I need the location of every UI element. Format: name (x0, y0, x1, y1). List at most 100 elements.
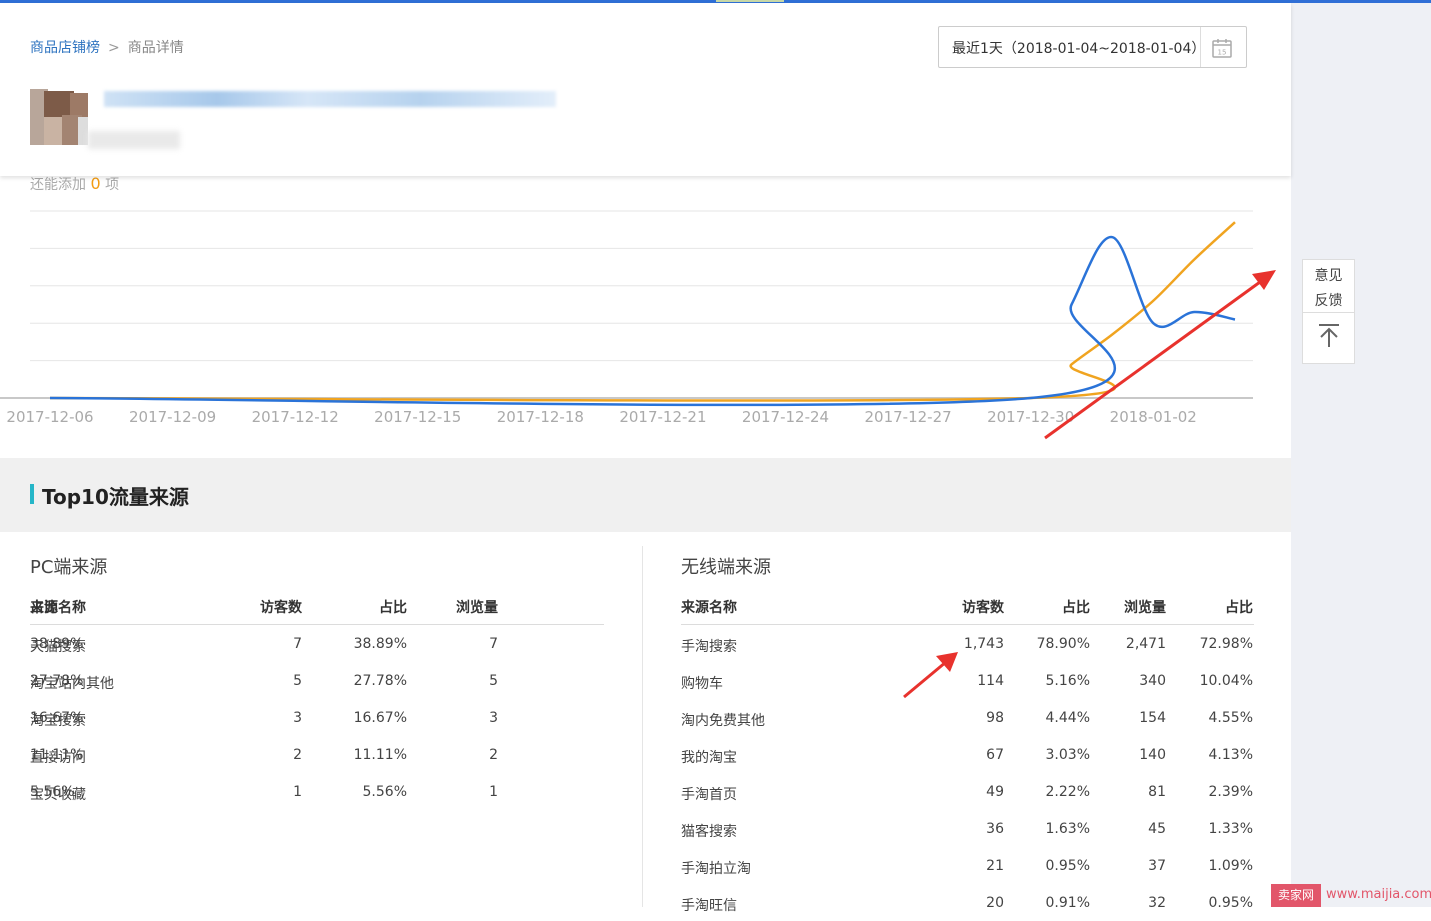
pc-table-cell: 5.56% (362, 784, 407, 800)
breadcrumb-separator: > (108, 40, 120, 56)
top-line-marker (716, 0, 784, 2)
pc-table-cell: 5 (489, 673, 498, 689)
feedback-divider (1303, 312, 1354, 313)
mobile-table-cell: 37 (1148, 858, 1166, 874)
mobile-header-cell[interactable]: 占比 (1225, 597, 1253, 617)
product-thumbnail[interactable] (26, 87, 90, 149)
mobile-table-header: 来源名称 访客数 占比 浏览量 占比 (681, 590, 1254, 625)
mobile-table-cell: 1,743 (963, 636, 1004, 652)
mobile-table-cell: 2,471 (1125, 636, 1166, 652)
calendar-icon[interactable]: 15 (1211, 37, 1233, 59)
breadcrumb-current: 商品详情 (127, 40, 184, 56)
mobile-table-cell: 0.95% (1208, 895, 1253, 911)
pc-table-cell: 16.67% (353, 710, 407, 726)
arrow-up-to-top-icon[interactable] (1317, 323, 1341, 349)
mobile-table-cell: 手淘搜索 (681, 639, 737, 655)
pc-table-cell: 38.89% (30, 636, 84, 652)
mobile-table-row[interactable]: 手淘拍立淘 21 0.95% 37 1.09% (681, 847, 1254, 884)
pc-table-cell: 11.11% (30, 747, 84, 763)
chart-series-line-2 (49, 221, 1236, 402)
section-title: Top10流量来源 (42, 485, 189, 509)
mobile-table-cell: 手淘拍立淘 (681, 861, 751, 877)
pc-table-cell: 2 (293, 747, 302, 763)
watermark-url: www.maijia.com (1326, 887, 1431, 902)
mobile-table-row[interactable]: 手淘搜索 1,743 78.90% 2,471 72.98% (681, 625, 1254, 662)
mobile-table-row[interactable]: 购物车 114 5.16% 340 10.04% (681, 662, 1254, 699)
mobile-table-row[interactable]: 手淘首页 49 2.22% 81 2.39% (681, 773, 1254, 810)
mobile-table-cell: 1.09% (1208, 858, 1253, 874)
feedback-line-2: 反馈 (1314, 293, 1343, 309)
pc-table-header: 来源名称 访客数 占比 浏览量 占比 (30, 590, 604, 625)
pc-table-cell: 27.78% (353, 673, 407, 689)
pc-table-row[interactable]: 淘宝站内其他 5 27.78% 5 27.78% (30, 662, 604, 699)
chart-hint-suffix: 项 (105, 177, 120, 193)
mobile-table-cell: 21 (986, 858, 1004, 874)
right-gutter (1291, 3, 1431, 907)
mobile-header-cell[interactable]: 浏览量 (1124, 597, 1166, 617)
chart-x-tick-label: 2017-12-12 (252, 408, 339, 426)
mobile-table-cell: 114 (977, 673, 1004, 689)
date-range-picker[interactable]: 最近1天（2018-01-04~2018-01-04） 15 (938, 26, 1247, 68)
mobile-table-cell: 1.33% (1208, 821, 1253, 837)
mobile-table-cell: 5.16% (1045, 673, 1090, 689)
mobile-header-cell[interactable]: 访客数 (962, 597, 1004, 617)
mobile-table-cell: 淘内免费其他 (681, 713, 765, 729)
panel-divider (642, 546, 643, 907)
mobile-table-cell: 36 (986, 821, 1004, 837)
pc-header-cell[interactable]: 占比 (379, 597, 407, 617)
mobile-header-cell[interactable]: 占比 (1062, 597, 1090, 617)
mobile-table-cell: 3.03% (1045, 747, 1090, 763)
chart-x-tick-label: 2017-12-06 (6, 408, 93, 426)
pc-table-cell: 27.78% (30, 673, 84, 689)
pc-sources-title: PC端来源 (30, 557, 108, 578)
pc-table-row[interactable]: 天猫搜索 7 38.89% 7 38.89% (30, 625, 604, 662)
mobile-table-cell: 猫客搜索 (681, 824, 737, 840)
mobile-table-cell: 10.04% (1199, 673, 1253, 689)
feedback-panel: 意见 反馈 (1302, 259, 1355, 364)
svg-text:15: 15 (1218, 49, 1227, 57)
mobile-table-cell: 购物车 (681, 676, 723, 692)
pc-table-cell: 3 (293, 710, 302, 726)
watermark-tag: 卖家网 (1271, 884, 1321, 907)
mobile-table-cell: 81 (1148, 784, 1166, 800)
chart-x-tick-label: 2017-12-09 (129, 408, 216, 426)
chart-x-tick-label: 2018-01-02 (1110, 408, 1197, 426)
mobile-table-cell: 20 (986, 895, 1004, 911)
pc-table-row[interactable]: 淘宝搜索 3 16.67% 3 16.67% (30, 699, 604, 736)
mobile-table-cell: 4.55% (1208, 710, 1253, 726)
pc-header-cell[interactable]: 占比 (30, 597, 58, 617)
feedback-line-1: 意见 (1314, 268, 1343, 284)
pc-table-cell: 7 (293, 636, 302, 652)
pc-sources-table: 来源名称 访客数 占比 浏览量 占比 天猫搜索 7 38.89% 7 38.89% 淘宝站内其他 5 2… (30, 590, 604, 810)
pc-table-cell: 1 (489, 784, 498, 800)
pc-table-row[interactable]: 直接访问 2 11.11% 2 11.11% (30, 736, 604, 773)
watermark: 卖家网 www.maijia.com (1271, 884, 1431, 907)
chart-x-tick-label: 2017-12-21 (619, 408, 706, 426)
section-header: Top10流量来源 (0, 458, 1291, 532)
mobile-table-cell: 手淘首页 (681, 787, 737, 803)
mobile-table-row[interactable]: 手淘旺信 20 0.91% 32 0.95% (681, 884, 1254, 921)
mobile-table-cell: 0.91% (1045, 895, 1090, 911)
date-picker-divider (1200, 27, 1201, 67)
pc-header-cell[interactable]: 访客数 (260, 597, 302, 617)
pc-table-row[interactable]: 宝贝收藏 1 5.56% 1 5.56% (30, 773, 604, 810)
mobile-table-cell: 49 (986, 784, 1004, 800)
date-range-label: 最近1天（2018-01-04~2018-01-04） (952, 41, 1206, 57)
mobile-table-row[interactable]: 猫客搜索 36 1.63% 45 1.33% (681, 810, 1254, 847)
feedback-button[interactable]: 意见 反馈 (1303, 264, 1354, 314)
mobile-table-row[interactable]: 淘内免费其他 98 4.44% 154 4.55% (681, 699, 1254, 736)
mobile-table-cell: 手淘旺信 (681, 898, 737, 914)
mobile-table-row[interactable]: 我的淘宝 67 3.03% 140 4.13% (681, 736, 1254, 773)
mobile-table-cell: 4.44% (1045, 710, 1090, 726)
mobile-table-cell: 我的淘宝 (681, 750, 737, 766)
breadcrumb-root-link[interactable]: 商品店铺榜 (30, 40, 100, 56)
mobile-table-cell: 340 (1139, 673, 1166, 689)
product-header: 商品店铺榜 > 商品详情 最近1天（2018-01-04~2018-01-04） 1… (0, 3, 1291, 176)
mobile-table-cell: 67 (986, 747, 1004, 763)
mobile-table-cell: 0.95% (1045, 858, 1090, 874)
pc-table-cell: 5 (293, 673, 302, 689)
mobile-table-cell: 78.90% (1036, 636, 1090, 652)
mobile-table-cell: 98 (986, 710, 1004, 726)
section-accent-bar (30, 484, 34, 504)
pc-header-cell[interactable]: 浏览量 (456, 597, 498, 617)
